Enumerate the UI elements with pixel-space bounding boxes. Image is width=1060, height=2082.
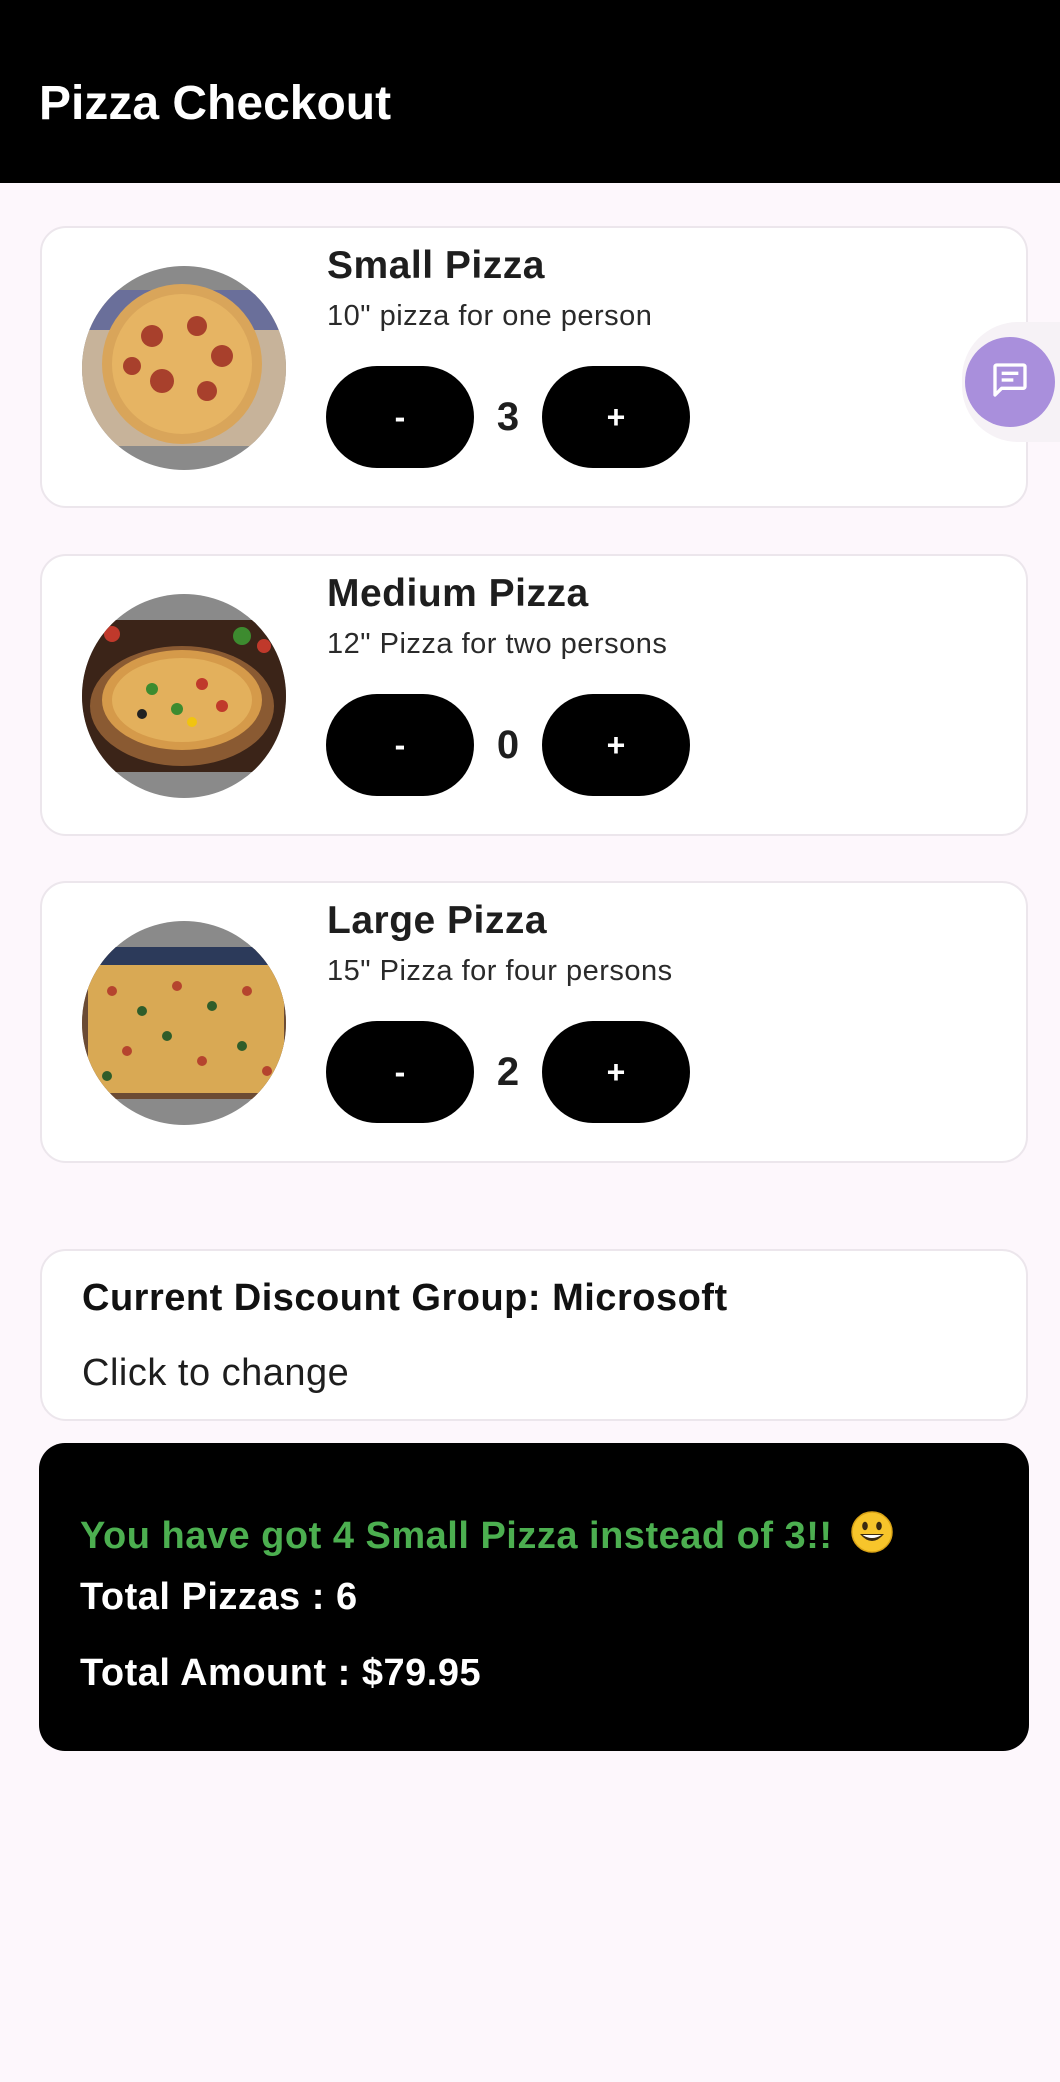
pizza-name: Medium Pizza — [327, 572, 589, 615]
small-pizza-image — [82, 266, 286, 470]
pizza-name: Small Pizza — [327, 244, 545, 287]
discount-group-title: Current Discount Group: Microsoft — [82, 1277, 728, 1319]
decrease-large-button[interactable]: - — [326, 1021, 474, 1123]
pizza-description: 15" Pizza for four persons — [327, 955, 673, 987]
medium-pizza-image — [82, 594, 286, 798]
increase-medium-button[interactable]: + — [542, 694, 690, 796]
medium-quantity: 0 — [496, 722, 520, 767]
smiling-face-icon — [850, 1510, 894, 1564]
increase-small-button[interactable]: + — [542, 366, 690, 468]
order-summary: You have got 4 Small Pizza instead of 3!… — [39, 1443, 1029, 1751]
pizza-description: 12" Pizza for two persons — [327, 628, 668, 660]
pizza-description: 10" pizza for one person — [327, 300, 653, 332]
pizza-card-medium: Medium Pizza 12" Pizza for two persons -… — [40, 554, 1028, 836]
promo-text: You have got 4 Small Pizza instead of 3!… — [80, 1515, 833, 1557]
chat-fab[interactable] — [965, 337, 1055, 427]
increase-large-button[interactable]: + — [542, 1021, 690, 1123]
total-amount: Total Amount : $79.95 — [80, 1652, 482, 1694]
page-title: Pizza Checkout — [39, 77, 392, 130]
decrease-small-button[interactable]: - — [326, 366, 474, 468]
pizza-name: Large Pizza — [327, 899, 548, 942]
large-pizza-image — [82, 921, 286, 1125]
promo-message: You have got 4 Small Pizza instead of 3!… — [80, 1510, 894, 1564]
total-pizzas: Total Pizzas : 6 — [80, 1576, 358, 1618]
app-bar: Pizza Checkout — [0, 0, 1060, 183]
small-quantity: 3 — [496, 394, 520, 439]
pizza-card-large: Large Pizza 15" Pizza for four persons -… — [40, 881, 1028, 1163]
pizza-card-small: Small Pizza 10" pizza for one person - 3… — [40, 226, 1028, 508]
chat-bubble-icon — [990, 360, 1030, 405]
large-quantity: 2 — [496, 1049, 520, 1094]
discount-group-card[interactable]: Current Discount Group: Microsoft Click … — [40, 1249, 1028, 1421]
decrease-medium-button[interactable]: - — [326, 694, 474, 796]
discount-change-hint: Click to change — [82, 1352, 350, 1394]
